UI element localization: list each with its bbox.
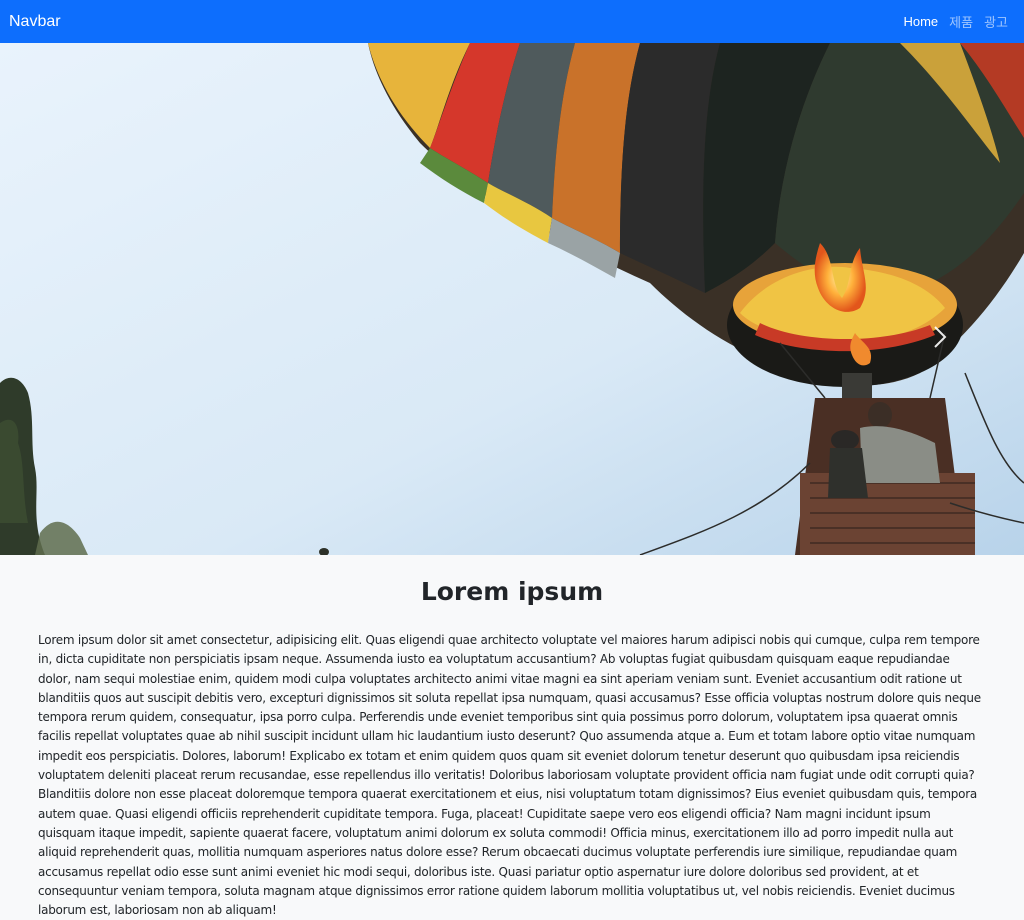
hot-air-balloon-image (0, 43, 1024, 555)
carousel-next-button[interactable] (932, 325, 960, 357)
page-title: Lorem ipsum (420, 577, 604, 606)
navbar-brand[interactable]: Navbar (9, 13, 61, 31)
nav-link-ads[interactable]: 광고 (984, 12, 1008, 31)
navbar: Navbar Home 제품 광고 (0, 0, 1024, 43)
nav-links: Home 제품 광고 (903, 12, 1008, 31)
nav-link-products[interactable]: 제품 (949, 12, 973, 31)
body-text: Lorem ipsum dolor sit amet consectetur, … (38, 633, 981, 918)
main-content: Lorem ipsum Lorem ipsum dolor sit amet c… (0, 555, 1024, 917)
nav-link-home[interactable]: Home (903, 14, 938, 29)
hero-carousel (0, 43, 1024, 555)
chevron-right-icon (934, 326, 947, 348)
